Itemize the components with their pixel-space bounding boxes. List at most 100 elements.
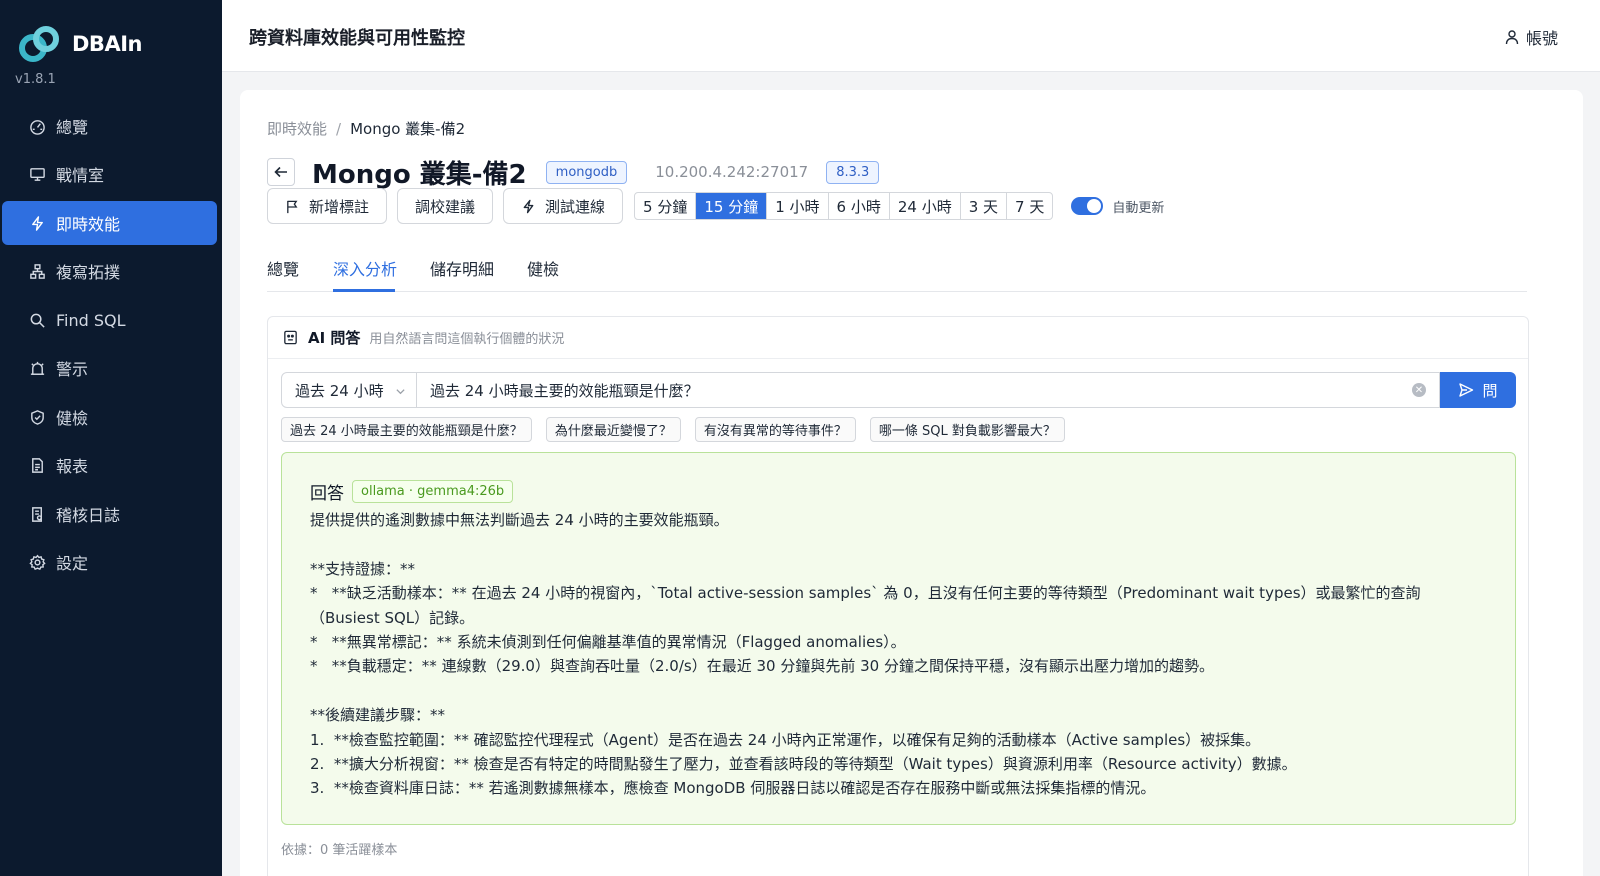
breadcrumb-current: Mongo 叢集-備2 [350, 120, 466, 138]
sidebar-item-settings[interactable]: 設定 [2, 540, 217, 584]
monitor-icon [28, 165, 46, 183]
test-connection-label: 測試連線 [545, 197, 606, 216]
answer-intro: 提供提供的遙測數據中無法判斷過去 24 小時的主要效能瓶頸。 [310, 511, 729, 529]
dashboard-icon [28, 117, 46, 135]
range-option[interactable]: 24 小時 [890, 193, 961, 219]
answer-support-heading: **支持證據：** [310, 559, 416, 578]
tab-bar: 總覽 深入分析 儲存明細 健檢 [267, 250, 1527, 292]
alarm-icon [28, 359, 46, 377]
range-option[interactable]: 3 天 [961, 193, 1008, 219]
back-button[interactable] [267, 158, 295, 186]
range-option[interactable]: 1 小時 [767, 193, 829, 219]
topology-icon [28, 262, 46, 280]
sidebar-item-reports[interactable]: 報表 [2, 443, 217, 487]
tab-deep-analysis[interactable]: 深入分析 [333, 256, 397, 280]
action-row: 新增標註 調校建議 測試連線 5 分鐘 15 分鐘 1 小時 6 小時 24 小… [267, 188, 1164, 224]
robot-icon [284, 330, 297, 345]
lightning-icon [28, 214, 46, 232]
ask-button-label: 問 [1482, 381, 1498, 400]
answer-box: 回答 ollama · gemma4:26b 提供提供的遙測數據中無法判斷過去 … [281, 452, 1516, 825]
host-address: 10.200.4.242:27017 [655, 163, 809, 181]
answer-next-heading: **後續建議步驟：** [310, 706, 446, 725]
tab-storage-details[interactable]: 儲存明細 [430, 256, 494, 280]
top-header: 跨資料庫效能與可用性監控 帳號 [222, 0, 1600, 72]
suggestion-chips: 過去 24 小時最主要的效能瓶頸是什麼？ 為什麼最近變慢了？ 有沒有異常的等待事… [281, 417, 1079, 442]
brand[interactable]: DBAIn [18, 24, 142, 64]
sidebar-item-audit-log[interactable]: 稽核日誌 [2, 492, 217, 536]
tuning-advice-button[interactable]: 調校建議 [397, 188, 494, 224]
answer-support-line: * **負載穩定：** 連線數（29.0）與查詢吞吐量（2.0/s）在最近 30… [310, 657, 1214, 676]
page-title: Mongo 叢集-備2 [312, 159, 527, 190]
sidebar-item-label: 複寫拓撲 [56, 263, 121, 282]
sidebar-item-replication-topology[interactable]: 複寫拓撲 [2, 249, 217, 293]
range-option[interactable]: 6 小時 [829, 193, 890, 219]
tab-health-check[interactable]: 健檢 [527, 256, 559, 280]
breadcrumb-parent-link[interactable]: 即時效能 [267, 118, 327, 139]
answer-footnote: 依據：0 筆活躍樣本 [281, 843, 398, 858]
answer-spacer [310, 532, 1487, 556]
suggestion-chip[interactable]: 哪一條 SQL 對負載影響最大？ [869, 417, 1065, 442]
answer-label: 回答 [310, 484, 344, 504]
sidebar-item-label: 報表 [56, 457, 89, 476]
arrow-left-icon [274, 166, 287, 178]
ai-qa-panel: AI 問答 用自然語言問這個執行個體的狀況 過去 24 小時 ✕ 問 過去 24… [267, 316, 1529, 876]
document-icon [28, 456, 46, 474]
period-select-value: 過去 24 小時 [295, 381, 384, 400]
auto-refresh-toggle[interactable] [1071, 197, 1104, 215]
period-select[interactable]: 過去 24 小時 [281, 372, 417, 408]
search-icon [28, 311, 46, 329]
sidebar-item-health-check[interactable]: 健檢 [2, 395, 217, 439]
ai-panel-header: AI 問答 用自然語言問這個執行個體的狀況 [268, 317, 1528, 359]
answer-support-line: * **無異常標記：** 系統未偵測到任何偏離基準值的異常情況（Flagged … [310, 633, 906, 652]
toggle-knob [1087, 199, 1102, 213]
tab-overview[interactable]: 總覽 [267, 256, 299, 280]
sidebar-item-realtime-performance[interactable]: 即時效能 [2, 201, 217, 245]
sidebar-item-alerts[interactable]: 警示 [2, 346, 217, 390]
header-title: 跨資料庫效能與可用性監控 [249, 28, 465, 49]
answer-support-line: * **缺乏活動樣本：** 在過去 24 小時的視窗內，`Total activ… [310, 584, 1421, 627]
app-name: DBAIn [72, 32, 142, 56]
audit-icon [28, 505, 46, 523]
question-input[interactable] [417, 372, 1440, 408]
clear-icon[interactable]: ✕ [1412, 383, 1426, 397]
ai-panel-title: AI 問答 [308, 329, 361, 347]
suggestion-chip[interactable]: 有沒有異常的等待事件？ [694, 417, 856, 442]
add-annotation-button[interactable]: 新增標註 [267, 188, 388, 224]
range-option-selected[interactable]: 15 分鐘 [696, 193, 768, 219]
sidebar-item-label: 戰情室 [56, 166, 105, 185]
sidebar-item-label: 健檢 [56, 409, 89, 428]
sidebar-item-find-sql[interactable]: Find SQL [2, 298, 217, 342]
logo-icon [18, 24, 62, 64]
flag-icon [287, 200, 298, 213]
ask-button[interactable]: 問 [1440, 372, 1516, 408]
sidebar-item-overview[interactable]: 總覽 [2, 104, 217, 148]
lightning-icon [523, 199, 534, 213]
range-option[interactable]: 7 天 [1007, 193, 1052, 219]
send-icon [1459, 383, 1474, 397]
breadcrumb: 即時效能 / Mongo 叢集-備2 [267, 118, 465, 139]
ask-row: 過去 24 小時 ✕ 問 [281, 372, 1516, 408]
sidebar-item-war-room[interactable]: 戰情室 [2, 152, 217, 196]
sidebar-item-label: Find SQL [56, 310, 126, 330]
chevron-down-icon [396, 389, 405, 395]
range-option[interactable]: 5 分鐘 [635, 193, 697, 219]
sidebar-item-label: 設定 [56, 554, 89, 573]
account-button[interactable]: 帳號 [1504, 25, 1558, 49]
tuning-advice-label: 調校建議 [415, 197, 476, 216]
suggestion-chip[interactable]: 為什麼最近變慢了？ [545, 417, 681, 442]
breadcrumb-separator: / [336, 119, 342, 138]
gear-icon [28, 553, 46, 571]
test-connection-button[interactable]: 測試連線 [503, 188, 624, 224]
suggestion-chip[interactable]: 過去 24 小時最主要的效能瓶頸是什麼？ [281, 417, 532, 442]
sidebar: DBAIn v1.8.1 總覽 戰情室 即時效能 複寫拓撲 Find SQL 警… [0, 0, 222, 876]
answer-header: 回答 ollama · gemma4:26b [310, 479, 1487, 504]
shield-icon [28, 408, 46, 426]
add-annotation-label: 新增標註 [309, 197, 370, 216]
sidebar-item-label: 總覽 [56, 118, 89, 137]
title-row: Mongo 叢集-備2 mongodb 10.200.4.242:27017 8… [267, 156, 880, 190]
answer-next-line: 2. **擴大分析視窗：** 檢查是否有特定的時間點發生了壓力，並查看該時段的等… [310, 755, 1297, 774]
sidebar-item-label: 稽核日誌 [56, 506, 121, 525]
answer-next-line: 3. **檢查資料庫日誌：** 若遙測數據無樣本，應檢查 MongoDB 伺服器… [310, 779, 1156, 798]
account-label: 帳號 [1525, 29, 1558, 48]
sidebar-item-label: 即時效能 [56, 215, 121, 234]
